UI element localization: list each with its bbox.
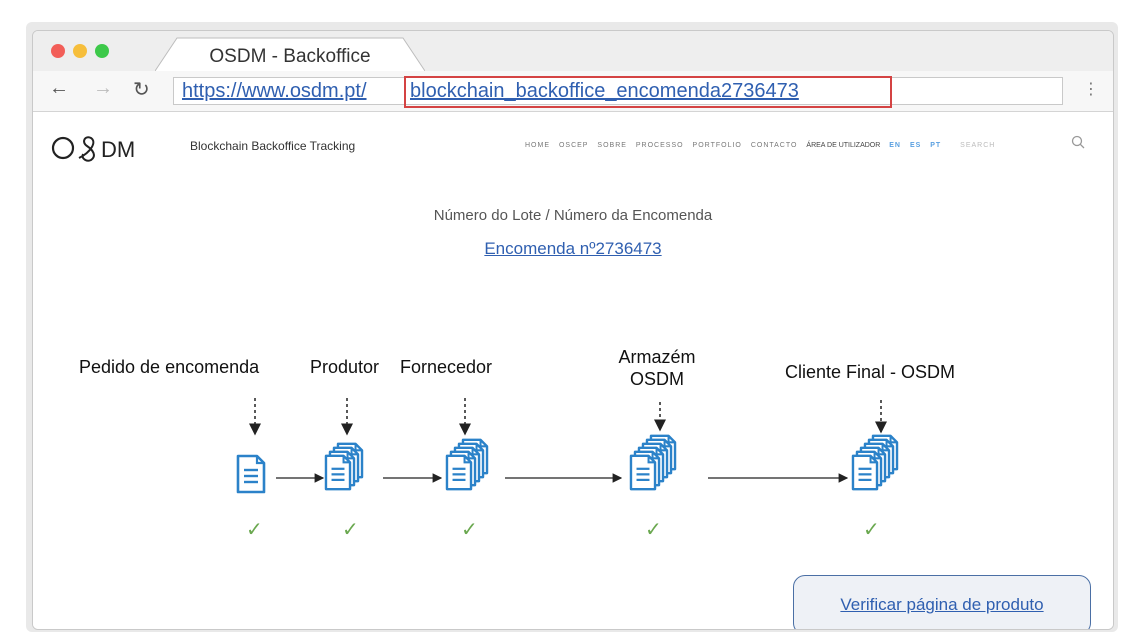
check-icon-produtor: ✓ (342, 519, 359, 541)
address-bar: ← → ↻ https://www.osdm.pt/ blockchain_ba… (33, 71, 1113, 112)
dashed-arrows (249, 398, 887, 436)
check-icon-armazem: ✓ (645, 519, 662, 541)
tab-title: OSDM - Backoffice (209, 46, 371, 67)
url-prefix: https://www.osdm.pt/ (182, 80, 367, 102)
document-icon-pedido (236, 454, 266, 494)
document-stack-icon-armazem (629, 434, 677, 491)
reload-icon[interactable]: ↻ (133, 77, 150, 102)
check-icon-pedido: ✓ (246, 519, 263, 541)
check-icon-cliente: ✓ (863, 519, 880, 541)
page-content: DM Blockchain Backoffice Tracking HOME O… (33, 112, 1113, 629)
close-window-button[interactable] (51, 44, 65, 58)
tab-bar: OSDM - Backoffice (33, 31, 1113, 71)
flow-diagram (236, 398, 899, 494)
verify-product-page-button[interactable]: Verificar página de produto (793, 575, 1091, 629)
document-stack-icon-cliente (851, 434, 899, 491)
check-icon-fornecedor: ✓ (461, 519, 478, 541)
url-highlight-box (404, 76, 892, 108)
arrow-left-icon[interactable]: ← (49, 77, 69, 100)
arrow-right-icon[interactable]: → (93, 77, 113, 100)
url-input[interactable]: https://www.osdm.pt/ blockchain_backoffi… (173, 76, 1063, 108)
minimize-window-button[interactable] (73, 44, 87, 58)
document-stack-icon-produtor (324, 442, 364, 491)
browser-window: OSDM - Backoffice ← → ↻ https://www.osdm… (32, 30, 1114, 630)
document-stack-icon-fornecedor (445, 438, 489, 491)
maximize-window-button[interactable] (95, 44, 109, 58)
tab-backoffice[interactable]: OSDM - Backoffice (155, 37, 425, 71)
vertical-dots-icon[interactable]: ⋮ (1083, 79, 1099, 99)
